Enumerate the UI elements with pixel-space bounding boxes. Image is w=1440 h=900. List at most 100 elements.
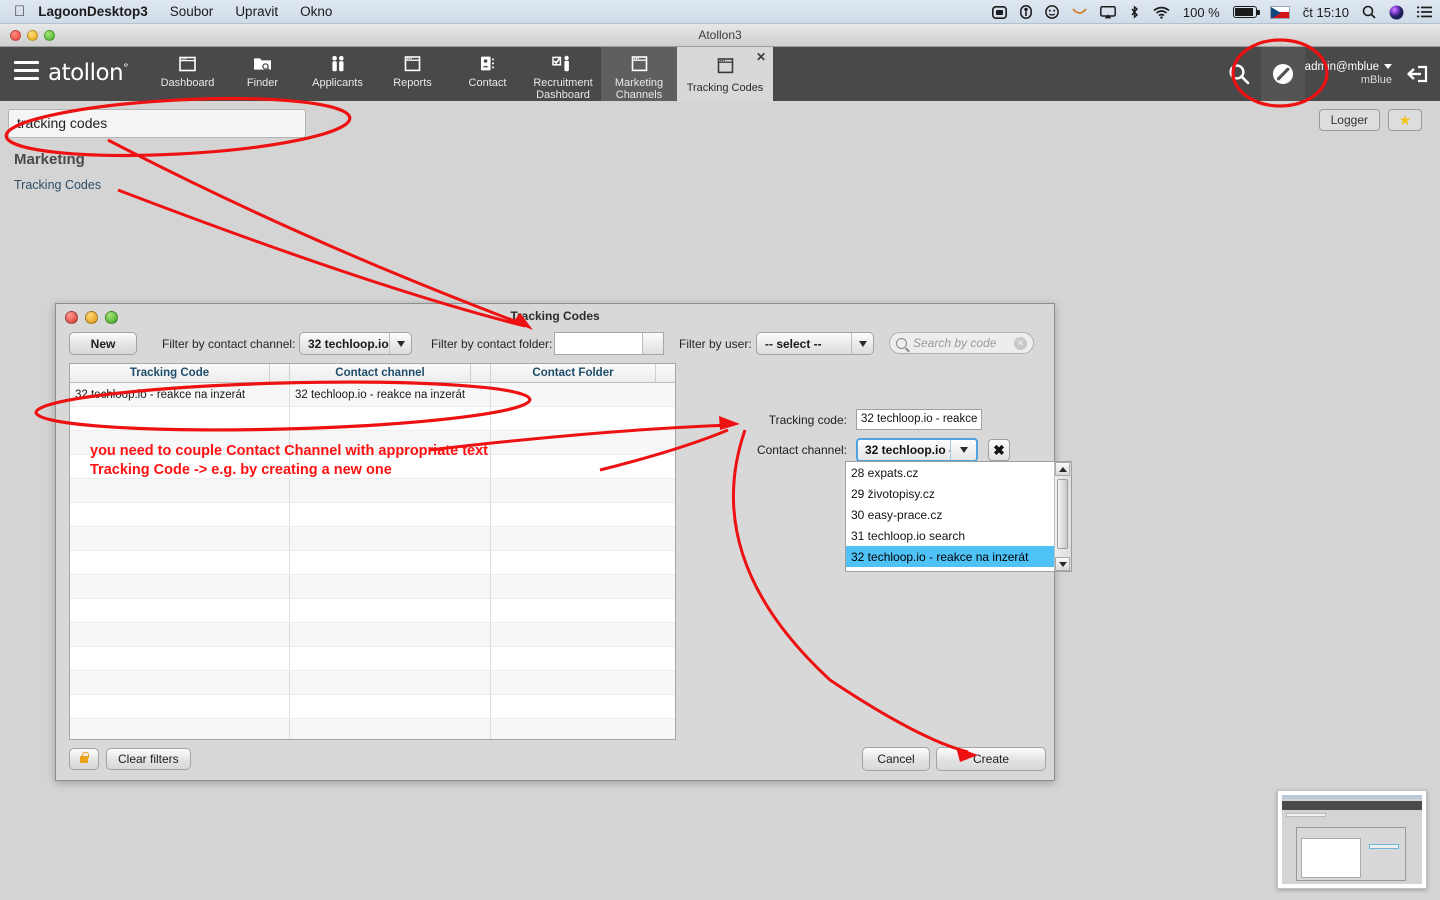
window-minimize-button[interactable]: [27, 30, 38, 41]
scroll-up-icon[interactable]: [1055, 462, 1070, 476]
table-row[interactable]: [70, 719, 675, 739]
contact-channel-row: Contact channel: 32 techloop.io - ✖: [746, 438, 1046, 462]
dropdown-option[interactable]: 29 životopisy.cz: [846, 483, 1054, 504]
bluetooth-icon[interactable]: [1129, 5, 1140, 19]
hamburger-menu-icon[interactable]: [14, 61, 39, 85]
spotlight-search-icon[interactable]: [1362, 5, 1376, 19]
table-row[interactable]: [70, 575, 675, 599]
screen-share-icon[interactable]: [991, 5, 1007, 19]
close-icon[interactable]: ✕: [756, 51, 766, 63]
new-button[interactable]: New: [69, 332, 137, 355]
annotation-line1: you need to couple Contact Channel with …: [90, 443, 488, 459]
table-row[interactable]: [70, 503, 675, 527]
page-search-input[interactable]: tracking codes: [8, 109, 306, 138]
user-menu[interactable]: admin@mblue mBlue: [1305, 61, 1396, 87]
tab-finder[interactable]: Finder: [225, 47, 300, 101]
option-items: 28 expats.cz 29 životopisy.cz 30 easy-prac…: [846, 462, 1054, 571]
airplay-icon[interactable]: [1099, 5, 1116, 19]
tracking-code-input[interactable]: 32 techloop.io - reakce n: [856, 409, 982, 430]
table-row[interactable]: [70, 407, 675, 431]
tab-label: Finder: [246, 77, 279, 89]
search-icon[interactable]: [1217, 47, 1261, 101]
apple-icon[interactable]: : [14, 4, 25, 19]
menubar-item-okno[interactable]: Okno: [300, 4, 332, 19]
dropdown-option[interactable]: 28 expats.cz: [846, 462, 1054, 483]
dialog-title: Tracking Codes: [510, 309, 600, 323]
clear-filters-button[interactable]: Clear filters: [106, 748, 191, 770]
face-icon[interactable]: [1045, 5, 1059, 19]
column-header-contact-channel[interactable]: Contact channel: [290, 364, 471, 382]
table-row[interactable]: [70, 623, 675, 647]
wrench-settings-icon[interactable]: [1260, 47, 1305, 101]
table-row[interactable]: [70, 527, 675, 551]
scrollbar-thumb[interactable]: [1057, 479, 1068, 549]
window-close-button[interactable]: [10, 30, 21, 41]
table-row[interactable]: [70, 599, 675, 623]
contact-channel-option-list[interactable]: 28 expats.cz 29 životopisy.cz 30 easy-prac…: [845, 461, 1072, 572]
tab-marketing-channels[interactable]: Marketing Channels: [601, 47, 677, 101]
recruitment-icon: [552, 52, 574, 74]
filter-channel-dropdown[interactable]: 32 techloop.io -: [299, 332, 412, 355]
menubar-clock[interactable]: čt 15:10: [1303, 5, 1349, 20]
contact-channel-dropdown[interactable]: 32 techloop.io -: [856, 438, 978, 462]
tab-contact[interactable]: Contact: [450, 47, 525, 101]
window-zoom-button[interactable]: [44, 30, 55, 41]
table-cell: 32 techloop.io - reakce na inzerát: [290, 383, 491, 406]
table-row[interactable]: 32 techloop.io - reakce na inzerát 32 tec…: [70, 383, 675, 407]
control-center-icon[interactable]: [1417, 6, 1432, 18]
tab-tracking-codes[interactable]: ✕ Tracking Codes: [677, 47, 773, 101]
tab-reports[interactable]: Reports: [375, 47, 450, 101]
table-cell: [491, 695, 675, 718]
microphone-icon[interactable]: [1019, 5, 1032, 19]
filter-user-dropdown[interactable]: -- select --: [756, 332, 874, 355]
table-row[interactable]: [70, 671, 675, 695]
remove-x-icon[interactable]: ✖: [988, 439, 1010, 461]
cancel-button[interactable]: Cancel: [862, 747, 930, 771]
create-button[interactable]: Create: [936, 747, 1046, 771]
table-cell: [70, 719, 290, 739]
dropdown-scrollbar[interactable]: [1054, 462, 1071, 571]
chevron-icon[interactable]: [1072, 7, 1087, 17]
tab-dashboard[interactable]: Dashboard: [150, 47, 225, 101]
table-cell: [491, 407, 675, 430]
tab-applicants[interactable]: Applicants: [300, 47, 375, 101]
table-cell: [70, 623, 290, 646]
column-header-contact-folder[interactable]: Contact Folder: [491, 364, 656, 382]
table-row[interactable]: [70, 647, 675, 671]
table-row[interactable]: [70, 695, 675, 719]
tab-label-line1: Recruitment: [533, 77, 593, 89]
dropdown-option[interactable]: 30 easy-prace.cz: [846, 504, 1054, 525]
siri-icon[interactable]: [1389, 5, 1404, 20]
search-by-code-field[interactable]: Search by code ✕: [889, 332, 1034, 354]
folder-picker-button[interactable]: [642, 333, 663, 354]
czech-flag-icon[interactable]: [1269, 5, 1290, 19]
column-header-tracking-code[interactable]: Tracking Code: [70, 364, 270, 382]
column-resizer[interactable]: [656, 364, 675, 382]
battery-charging-icon[interactable]: [1232, 6, 1260, 18]
clear-circle-icon[interactable]: ✕: [1014, 336, 1027, 350]
filter-folder-input[interactable]: [554, 332, 664, 355]
table-cell: [491, 623, 675, 646]
tab-recruitment-dashboard[interactable]: Recruitment Dashboard: [525, 47, 601, 101]
column-resizer[interactable]: [471, 364, 491, 382]
table-row[interactable]: [70, 479, 675, 503]
menubar-item-soubor[interactable]: Soubor: [170, 4, 214, 19]
filter-channel-value: 32 techloop.io -: [308, 336, 389, 351]
star-icon[interactable]: ★: [1388, 109, 1422, 131]
screenshot-thumbnail-preview[interactable]: [1277, 790, 1427, 889]
dropdown-option[interactable]: 31 techloop.io search: [846, 525, 1054, 546]
menubar-app-name[interactable]: LagoonDesktop3: [38, 4, 148, 19]
table-row[interactable]: [70, 551, 675, 575]
menubar-item-upravit[interactable]: Upravit: [235, 4, 278, 19]
logger-button[interactable]: Logger: [1318, 109, 1380, 131]
tracking-codes-link[interactable]: Tracking Codes: [14, 178, 101, 192]
contact-channel-value: 32 techloop.io -: [865, 443, 950, 457]
wifi-icon[interactable]: [1153, 6, 1170, 19]
column-resizer[interactable]: [270, 364, 290, 382]
filter-channel-label: Filter by contact channel:: [162, 337, 296, 351]
scroll-down-icon[interactable]: [1055, 557, 1070, 571]
lock-icon[interactable]: [69, 748, 99, 770]
dialog-filter-bar: New Filter by contact channel: 32 techlo…: [56, 329, 1054, 361]
dropdown-option[interactable]: 32 techloop.io - reakce na inzerát: [846, 546, 1054, 567]
logout-icon[interactable]: [1396, 47, 1440, 101]
